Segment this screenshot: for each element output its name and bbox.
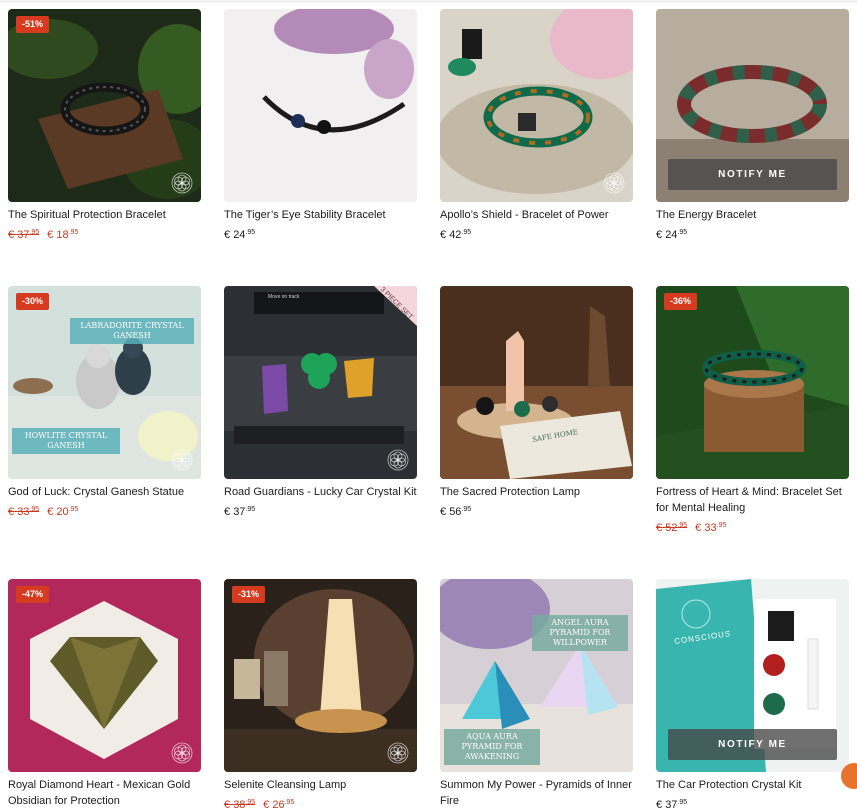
original-price: € 38.95 [224, 799, 256, 811]
product-title[interactable]: The Energy Bracelet [656, 207, 849, 223]
product-price: € 24.95 [224, 229, 256, 241]
product-title[interactable]: The Spiritual Protection Bracelet [8, 207, 201, 223]
product-price: € 33.95 € 20.95 [8, 503, 201, 519]
howlite-tag: HOWLITE CRYSTAL GANESH [12, 428, 120, 454]
car-screen-text: Move on track [268, 294, 300, 300]
product-title[interactable]: The Tiger’s Eye Stability Bracelet [224, 207, 417, 223]
bracelet-photo-icon [224, 9, 417, 202]
product-price: € 52.95 € 33.95 [656, 519, 849, 535]
product-title[interactable]: The Car Protection Crystal Kit [656, 777, 849, 793]
product-title[interactable]: Fortress of Heart & Mind: Bracelet Set f… [656, 484, 849, 516]
bracelet-set-photo-icon [656, 286, 849, 479]
aqua-aura-tag: AQUA AURA PYRAMID FOR AWAKENING [444, 729, 540, 765]
product-card[interactable]: -30% LABRADORITE CRYSTAL GANESH HOWLITE … [8, 286, 201, 519]
product-price: € 56.95 [440, 506, 472, 518]
product-image[interactable] [440, 9, 633, 202]
product-image[interactable]: -36% [656, 286, 849, 479]
product-card[interactable]: The Tiger’s Eye Stability Bracelet € 24.… [224, 9, 417, 242]
flower-of-life-icon [171, 742, 193, 764]
flower-of-life-icon [171, 172, 193, 194]
flower-of-life-icon [171, 449, 193, 471]
product-title[interactable]: Road Guardians - Lucky Car Crystal Kit [224, 484, 417, 500]
original-price: € 37.95 [8, 229, 40, 241]
flower-of-life-icon [387, 742, 409, 764]
sale-price: € 26.95 [263, 799, 295, 811]
flower-of-life-icon [603, 172, 625, 194]
product-image[interactable]: -30% LABRADORITE CRYSTAL GANESH HOWLITE … [8, 286, 201, 479]
product-card[interactable]: -47% Royal Diamond Heart - Mexican Gold … [8, 579, 201, 809]
original-price: € 52.95 [656, 522, 688, 534]
notify-me-button[interactable]: NOTIFY ME [668, 159, 837, 190]
product-price: € 24.95 [656, 229, 688, 241]
product-image[interactable]: -47% [8, 579, 201, 772]
product-image[interactable]: Move on track 3 PIECE SET [224, 286, 417, 479]
product-price: € 37.95 [224, 506, 256, 518]
product-image[interactable]: ANGEL AURA PYRAMID FOR WILLPOWER AQUA AU… [440, 579, 633, 772]
product-title[interactable]: The Sacred Protection Lamp [440, 484, 633, 500]
discount-badge: -36% [664, 293, 698, 310]
product-image[interactable]: SAFE HOME [440, 286, 633, 479]
product-grid: -51% The Spiritual Protection Bracelet €… [0, 0, 857, 812]
product-title[interactable]: Selenite Cleansing Lamp [224, 777, 417, 793]
discount-badge: -31% [232, 586, 266, 603]
discount-badge: -51% [16, 16, 50, 33]
discount-badge: -30% [16, 293, 50, 310]
product-price: € 38.95 € 26.95 [224, 796, 417, 812]
sale-price: € 33.95 [695, 522, 727, 534]
product-card[interactable]: SAFE HOME The Sacred Protection Lamp € 5… [440, 286, 633, 519]
product-card[interactable]: -31% Selenite Cleansing Lamp € 38.95 € 26… [224, 579, 417, 812]
lamp-photo-icon [440, 286, 633, 479]
product-image[interactable] [224, 9, 417, 202]
notify-me-button[interactable]: NOTIFY ME [668, 729, 837, 760]
product-card[interactable]: Move on track 3 PIECE SET Road Guardians… [224, 286, 417, 519]
product-title[interactable]: Summon My Power - Pyramids of Inner Fire [440, 777, 633, 809]
product-title[interactable]: Royal Diamond Heart - Mexican Gold Obsid… [8, 777, 201, 809]
product-card[interactable]: -51% The Spiritual Protection Bracelet €… [8, 9, 201, 242]
labradorite-tag: LABRADORITE CRYSTAL GANESH [70, 318, 194, 344]
flower-of-life-icon [387, 449, 409, 471]
product-card[interactable]: Apollo’s Shield - Bracelet of Power € 42… [440, 9, 633, 242]
product-title[interactable]: Apollo’s Shield - Bracelet of Power [440, 207, 633, 223]
product-image[interactable]: -31% [224, 579, 417, 772]
original-price: € 33.95 [8, 506, 40, 518]
angel-aura-tag: ANGEL AURA PYRAMID FOR WILLPOWER [532, 615, 628, 651]
sale-price: € 18.95 [47, 229, 79, 241]
product-card[interactable]: CONSCIOUS NOTIFY ME The Car Protection C… [656, 579, 849, 812]
product-card[interactable]: NOTIFY ME The Energy Bracelet € 24.95 [656, 9, 849, 242]
product-image[interactable]: CONSCIOUS NOTIFY ME [656, 579, 849, 772]
product-price: € 37.95 € 18.95 [8, 226, 201, 242]
product-image[interactable]: -51% [8, 9, 201, 202]
sale-price: € 20.95 [47, 506, 79, 518]
discount-badge: -47% [16, 586, 50, 603]
product-card[interactable]: -36% Fortress of Heart & Mind: Bracelet … [656, 286, 849, 535]
product-price: € 42.95 [440, 229, 472, 241]
product-price: € 37.95 [656, 799, 688, 811]
product-image[interactable]: NOTIFY ME [656, 9, 849, 202]
product-card[interactable]: ANGEL AURA PYRAMID FOR WILLPOWER AQUA AU… [440, 579, 633, 809]
product-title[interactable]: God of Luck: Crystal Ganesh Statue [8, 484, 201, 500]
